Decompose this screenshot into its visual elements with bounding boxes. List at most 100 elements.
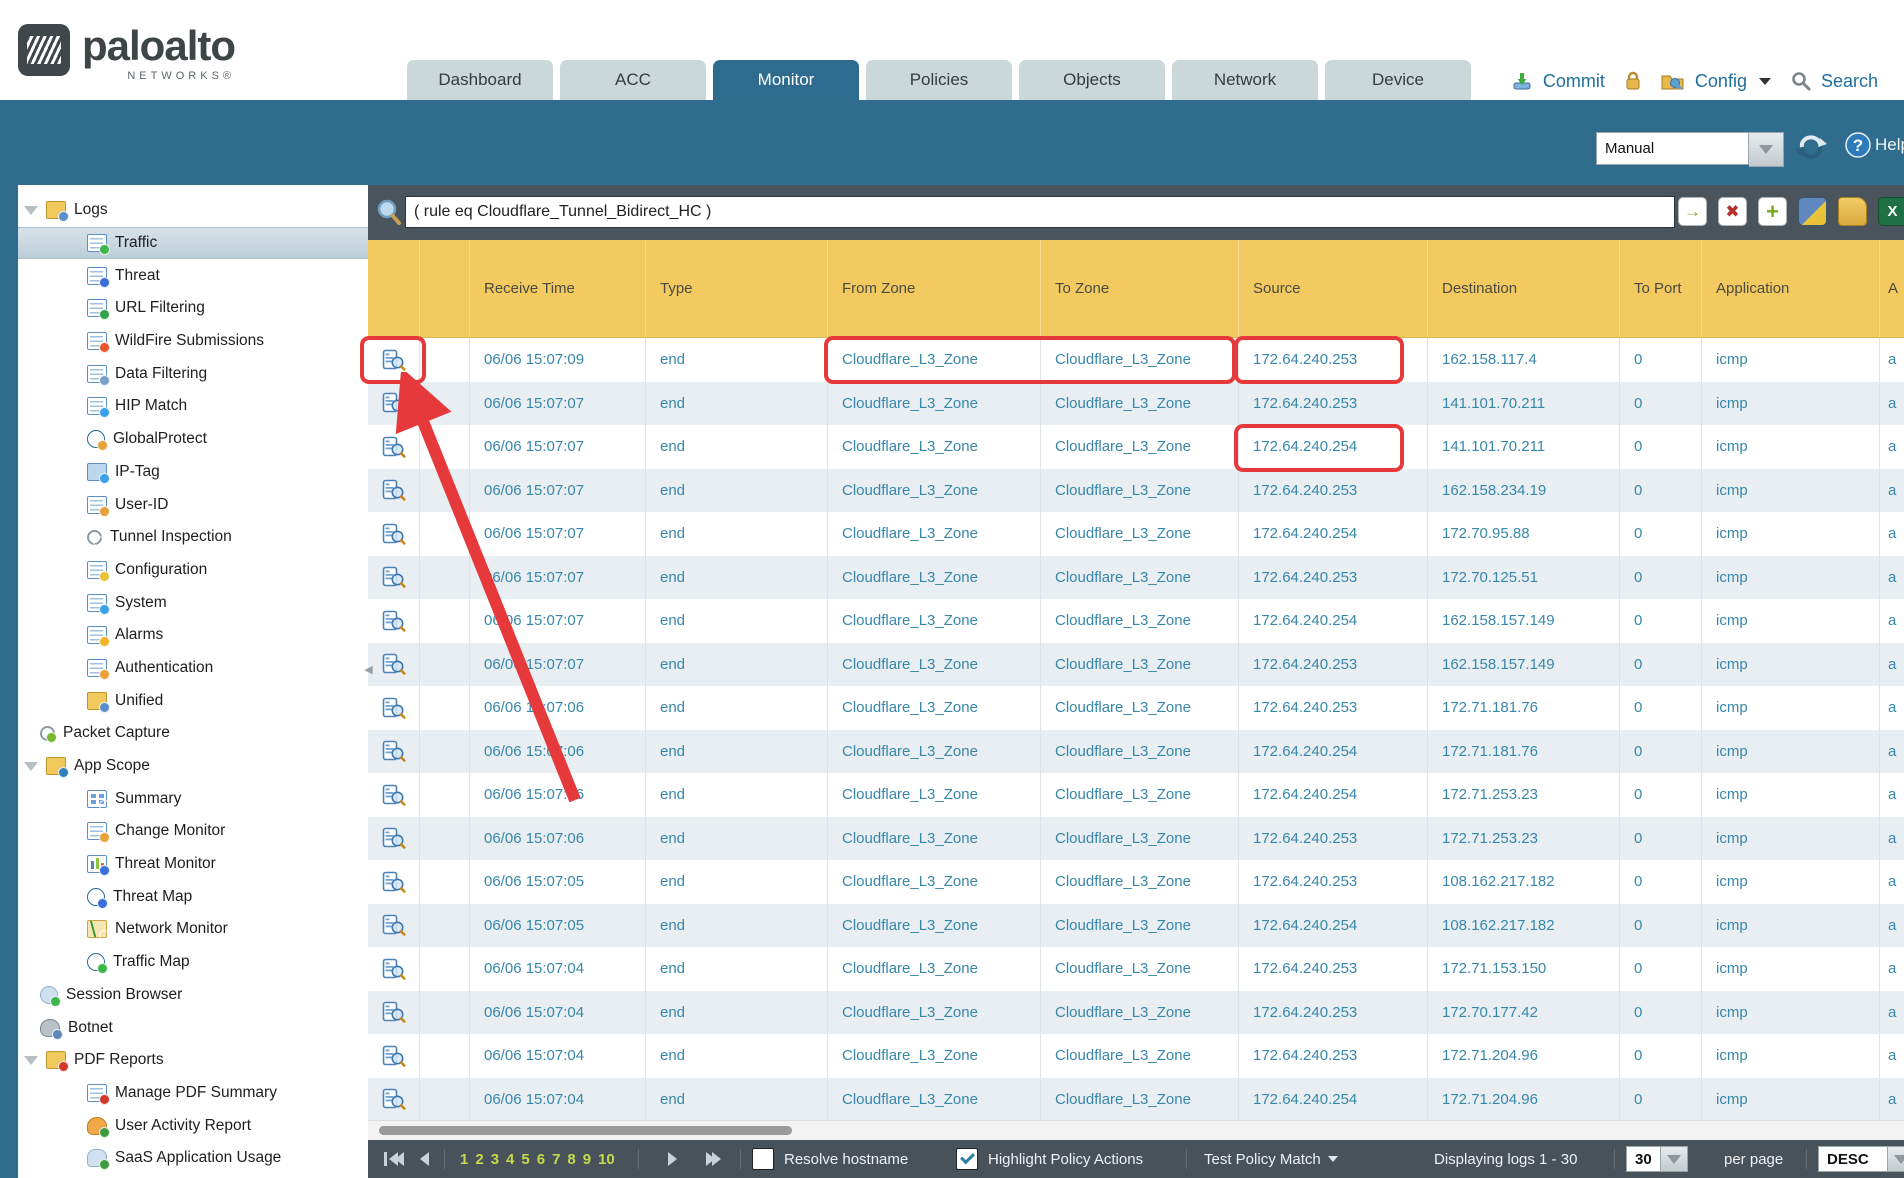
cell-to-zone[interactable]: Cloudflare_L3_Zone bbox=[1041, 991, 1239, 1035]
config-button[interactable]: Config bbox=[1695, 71, 1747, 92]
log-detail-icon[interactable] bbox=[368, 817, 420, 861]
expander-icon[interactable] bbox=[24, 762, 38, 771]
log-detail-icon[interactable] bbox=[368, 382, 420, 426]
page-number-7[interactable]: 7 bbox=[552, 1151, 560, 1168]
sidebar-item-system[interactable]: System bbox=[18, 586, 368, 619]
cell-destination[interactable]: 172.70.125.51 bbox=[1428, 556, 1620, 600]
cell-source[interactable]: 172.64.240.253 bbox=[1239, 686, 1428, 730]
cell-from-zone[interactable]: Cloudflare_L3_Zone bbox=[828, 817, 1041, 861]
log-detail-icon[interactable] bbox=[368, 643, 420, 687]
cell-destination[interactable]: 162.158.157.149 bbox=[1428, 643, 1620, 687]
log-detail-icon[interactable] bbox=[368, 991, 420, 1035]
cell-source[interactable]: 172.64.240.253 bbox=[1239, 860, 1428, 904]
sidebar-item-hip-match[interactable]: HIP Match bbox=[18, 390, 368, 423]
first-page-button[interactable] bbox=[384, 1140, 404, 1178]
cell-to-zone[interactable]: Cloudflare_L3_Zone bbox=[1041, 817, 1239, 861]
log-detail-icon[interactable] bbox=[368, 599, 420, 643]
cell-to-zone[interactable]: Cloudflare_L3_Zone bbox=[1041, 425, 1239, 469]
cell-source[interactable]: 172.64.240.254 bbox=[1239, 730, 1428, 774]
page-number-3[interactable]: 3 bbox=[491, 1151, 499, 1168]
expander-icon[interactable] bbox=[24, 206, 38, 215]
help-label[interactable]: Help bbox=[1875, 135, 1904, 155]
tab-network[interactable]: Network bbox=[1172, 60, 1318, 100]
page-number-4[interactable]: 4 bbox=[506, 1151, 514, 1168]
log-detail-icon[interactable] bbox=[368, 556, 420, 600]
tab-monitor[interactable]: Monitor bbox=[713, 60, 859, 100]
cell-from-zone[interactable]: Cloudflare_L3_Zone bbox=[828, 643, 1041, 687]
column-header-to-port[interactable]: To Port bbox=[1620, 240, 1702, 337]
cell-to-zone[interactable]: Cloudflare_L3_Zone bbox=[1041, 947, 1239, 991]
commit-button[interactable]: Commit bbox=[1543, 71, 1605, 92]
cell-from-zone[interactable]: Cloudflare_L3_Zone bbox=[828, 469, 1041, 513]
page-number-1[interactable]: 1 bbox=[460, 1151, 468, 1168]
cell-destination[interactable]: 108.162.217.182 bbox=[1428, 904, 1620, 948]
load-filter-button[interactable] bbox=[1838, 197, 1867, 226]
cell-from-zone[interactable]: Cloudflare_L3_Zone bbox=[828, 1034, 1041, 1078]
sidebar-item-threat-monitor[interactable]: Threat Monitor bbox=[18, 848, 368, 881]
cell-destination[interactable]: 172.70.95.88 bbox=[1428, 512, 1620, 556]
expander-icon[interactable] bbox=[24, 1056, 38, 1065]
cell-from-zone[interactable]: Cloudflare_L3_Zone bbox=[828, 730, 1041, 774]
cell-to-zone[interactable]: Cloudflare_L3_Zone bbox=[1041, 1034, 1239, 1078]
cell-destination[interactable]: 162.158.234.19 bbox=[1428, 469, 1620, 513]
resolve-hostname-checkbox[interactable] bbox=[752, 1148, 774, 1170]
page-number-6[interactable]: 6 bbox=[537, 1151, 545, 1168]
sidebar-item-url-filtering[interactable]: URL Filtering bbox=[18, 292, 368, 325]
cell-from-zone[interactable]: Cloudflare_L3_Zone bbox=[828, 425, 1041, 469]
log-filter-input[interactable]: ( rule eq Cloudflare_Tunnel_Bidirect_HC … bbox=[405, 196, 1675, 228]
cell-destination[interactable]: 172.71.181.76 bbox=[1428, 686, 1620, 730]
cell-to-zone[interactable]: Cloudflare_L3_Zone bbox=[1041, 643, 1239, 687]
cell-to-zone[interactable]: Cloudflare_L3_Zone bbox=[1041, 860, 1239, 904]
refresh-mode-caret[interactable] bbox=[1749, 132, 1784, 167]
prev-page-button[interactable] bbox=[420, 1140, 429, 1178]
test-policy-match-button[interactable]: Test Policy Match bbox=[1204, 1140, 1338, 1178]
log-detail-icon[interactable] bbox=[368, 904, 420, 948]
cell-source[interactable]: 172.64.240.254 bbox=[1239, 904, 1428, 948]
sidebar-item-change-monitor[interactable]: Change Monitor bbox=[18, 815, 368, 848]
cell-source[interactable]: 172.64.240.253 bbox=[1239, 643, 1428, 687]
tab-policies[interactable]: Policies bbox=[866, 60, 1012, 100]
sidebar-item-user-activity-report[interactable]: User Activity Report bbox=[18, 1109, 368, 1142]
cell-source[interactable]: 172.64.240.253 bbox=[1239, 556, 1428, 600]
sidebar-item-globalprotect[interactable]: GlobalProtect bbox=[18, 423, 368, 456]
sidebar-item-botnet[interactable]: Botnet bbox=[18, 1011, 368, 1044]
cell-destination[interactable]: 172.71.153.150 bbox=[1428, 947, 1620, 991]
sidebar-item-traffic[interactable]: Traffic bbox=[18, 227, 368, 260]
sidebar-item-logs[interactable]: Logs bbox=[18, 194, 368, 227]
cell-from-zone[interactable]: Cloudflare_L3_Zone bbox=[828, 338, 1041, 382]
sidebar-item-tunnel-inspection[interactable]: Tunnel Inspection bbox=[18, 521, 368, 554]
cell-destination[interactable]: 108.162.217.182 bbox=[1428, 860, 1620, 904]
cell-destination[interactable]: 162.158.117.4 bbox=[1428, 338, 1620, 382]
filter-builder-button[interactable] bbox=[1798, 197, 1827, 226]
cell-to-zone[interactable]: Cloudflare_L3_Zone bbox=[1041, 1078, 1239, 1121]
cell-to-zone[interactable]: Cloudflare_L3_Zone bbox=[1041, 382, 1239, 426]
log-detail-icon[interactable] bbox=[368, 338, 420, 382]
sidebar-collapse-handle[interactable]: ◀ bbox=[362, 652, 375, 686]
log-detail-icon[interactable] bbox=[368, 512, 420, 556]
cell-source[interactable]: 172.64.240.253 bbox=[1239, 469, 1428, 513]
cell-from-zone[interactable]: Cloudflare_L3_Zone bbox=[828, 860, 1041, 904]
log-detail-icon[interactable] bbox=[368, 773, 420, 817]
cell-to-zone[interactable]: Cloudflare_L3_Zone bbox=[1041, 730, 1239, 774]
cell-source[interactable]: 172.64.240.253 bbox=[1239, 338, 1428, 382]
sidebar-item-ip-tag[interactable]: IP-Tag bbox=[18, 456, 368, 489]
cell-source[interactable]: 172.64.240.253 bbox=[1239, 991, 1428, 1035]
tab-device[interactable]: Device bbox=[1325, 60, 1471, 100]
clear-filter-button[interactable]: ✖ bbox=[1718, 197, 1747, 226]
cell-destination[interactable]: 172.71.204.96 bbox=[1428, 1034, 1620, 1078]
cell-source[interactable]: 172.64.240.253 bbox=[1239, 947, 1428, 991]
page-number-8[interactable]: 8 bbox=[567, 1151, 575, 1168]
sidebar-item-wildfire[interactable]: WildFire Submissions bbox=[18, 325, 368, 358]
next-page-button[interactable] bbox=[668, 1140, 677, 1178]
column-header-from-zone[interactable]: From Zone bbox=[828, 240, 1041, 337]
highlight-policy-actions-checkbox[interactable] bbox=[956, 1148, 978, 1170]
sidebar-item-saas-application-usage[interactable]: SaaS Application Usage bbox=[18, 1142, 368, 1175]
cell-to-zone[interactable]: Cloudflare_L3_Zone bbox=[1041, 512, 1239, 556]
apply-filter-button[interactable]: → bbox=[1678, 197, 1707, 226]
cell-to-zone[interactable]: Cloudflare_L3_Zone bbox=[1041, 469, 1239, 513]
sidebar-item-authentication[interactable]: Authentication bbox=[18, 652, 368, 685]
sidebar-item-unified[interactable]: Unified bbox=[18, 684, 368, 717]
tab-objects[interactable]: Objects bbox=[1019, 60, 1165, 100]
cell-to-zone[interactable]: Cloudflare_L3_Zone bbox=[1041, 773, 1239, 817]
cell-source[interactable]: 172.64.240.254 bbox=[1239, 1078, 1428, 1121]
